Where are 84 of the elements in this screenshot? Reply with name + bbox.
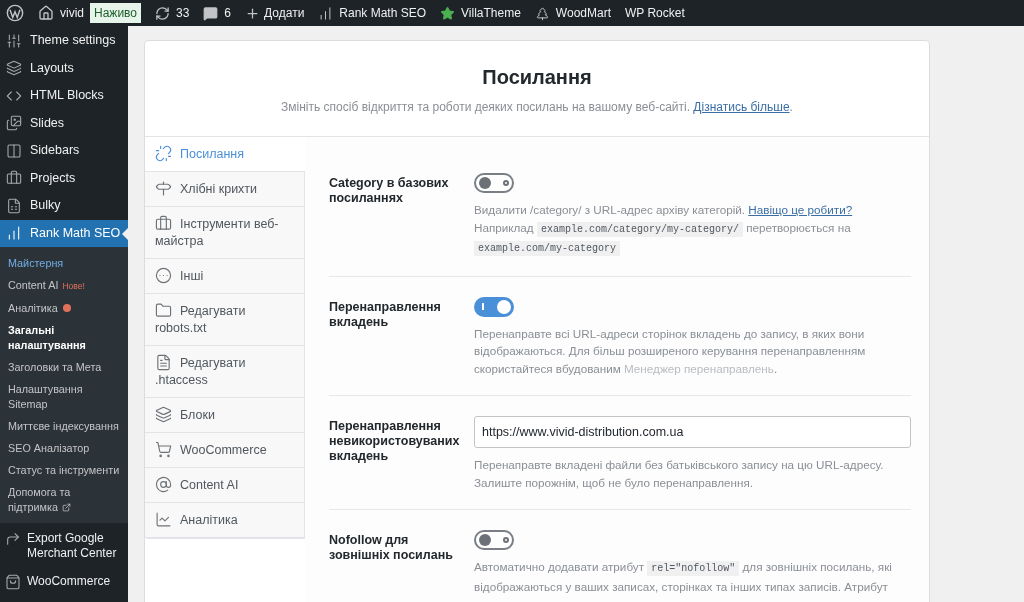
toolbar-link[interactable]: WoodMart (555, 4, 611, 22)
live-badge: Наживо (90, 3, 141, 23)
setting-description: Перенаправте всі URL-адреси сторінок вкладень до запису, в яких вони відображаються. Для більш розширеного керування перенаправленням скористайтеся вбудованим Менеджер перенаправлень. (474, 325, 867, 377)
submenu-item[interactable]: Аналітика (0, 297, 128, 319)
comments-count: 6 (224, 5, 232, 22)
setting-description: Видалити /category/ з URL-адрес архіву категорій. Навіщо це робити? Наприклад example.com/category/my-category/ перетворюється на example.com/my-category (474, 202, 854, 258)
signpost-icon (155, 180, 172, 197)
updates-count: 33 (176, 5, 190, 22)
settings-tab[interactable]: Інструменти веб-майстра (145, 207, 304, 259)
sidebar-item[interactable]: WooCommerce (0, 569, 128, 595)
plus-icon[interactable] (245, 5, 261, 21)
url-input-field[interactable]: https://www.vivid-distribution.com.ua (474, 416, 911, 448)
sidebar-item[interactable]: Export Google Merchant Center (0, 526, 128, 566)
settings-tab[interactable]: Редагувати .htaccess (145, 346, 304, 398)
current-menu-pointer (122, 227, 128, 240)
broken-link-icon (155, 145, 172, 162)
help-link[interactable]: Навіщо це робити? (748, 203, 853, 216)
export-arrow-icon (5, 531, 21, 547)
list-circle-icon (155, 267, 172, 284)
bag-icon (5, 574, 21, 590)
external-link-icon (61, 503, 71, 513)
folder-icon (155, 302, 172, 319)
toolbar-link[interactable]: WP Rocket (625, 4, 685, 22)
page-title: Посилання (482, 64, 592, 90)
bar-chart-icon (318, 5, 334, 21)
layers-icon (155, 406, 172, 423)
site-link[interactable]: vivid (60, 4, 84, 22)
page-subtitle: Змініть спосіб відкриття та роботи деяких посилань на вашому веб-сайті. Дізнатись більше. (281, 98, 793, 116)
settings-tab[interactable]: WooCommerce (145, 433, 304, 468)
cart-icon (155, 441, 172, 458)
submenu-item[interactable]: Заголовки та Мета (0, 356, 128, 378)
sidebar-item[interactable]: HTML Blocks (0, 82, 128, 110)
layers-icon (6, 60, 22, 77)
sidebar-item[interactable]: Rank Math SEO (0, 219, 128, 247)
toolbar-link[interactable]: VillaTheme (461, 4, 521, 22)
setting-label: Перенаправлення вкладень (329, 298, 442, 331)
submenu-item[interactable]: Content AI Нове! (0, 274, 128, 297)
sidebar-item[interactable]: Projects (0, 164, 128, 192)
submenu-item[interactable]: Допомога та підтримка (0, 481, 128, 518)
briefcase-icon (155, 215, 172, 232)
settings-tab[interactable]: Блоки (145, 398, 304, 433)
toolbar-link[interactable]: Rank Math SEO (339, 4, 427, 22)
toggle-switch[interactable] (474, 173, 514, 193)
images-icon (6, 115, 22, 132)
toggle-switch[interactable] (474, 296, 514, 317)
home-icon[interactable] (38, 5, 54, 21)
settings-tab[interactable]: Аналітика (145, 503, 304, 538)
settings-tab[interactable]: Хлібні крихти (145, 172, 304, 207)
briefcase-icon (6, 170, 22, 187)
spreadsheet-icon (6, 197, 22, 214)
sidebar-item[interactable]: Bulky (0, 192, 128, 220)
line-chart-icon (155, 511, 172, 528)
new-link[interactable]: Додати (264, 4, 305, 22)
submenu-item[interactable]: Майстерня (0, 252, 128, 274)
sidebar-item[interactable]: Layouts (0, 54, 128, 82)
submenu-item[interactable]: Статус та інструменти (0, 459, 128, 481)
setting-label: Category в базових посиланнях (329, 175, 450, 207)
learn-more-link[interactable]: Дізнатись більше (693, 99, 790, 114)
sidebar-item[interactable]: Slides (0, 109, 128, 137)
sliders-icon (6, 32, 22, 49)
submenu-item[interactable]: Налаштування Sitemap (0, 378, 128, 415)
settings-tab[interactable]: Content AI (145, 468, 304, 503)
updates-icon[interactable] (155, 5, 170, 21)
document-icon (155, 354, 172, 371)
bar-chart-icon (6, 225, 22, 242)
settings-tab[interactable]: Інші (145, 259, 304, 294)
comment-icon[interactable] (203, 5, 219, 21)
submenu-item[interactable]: SEO Аналізатор (0, 437, 128, 459)
star-icon (440, 5, 456, 21)
submenu-item[interactable]: Загальні налаштування (0, 319, 128, 356)
settings-tab[interactable]: Редагувати robots.txt (145, 294, 304, 346)
new-label: Нове! (62, 280, 85, 291)
setting-description: Автоматично додавати атрибут rel="nofollow" для зовнішніх посилань, які відображаються у ваших записах, сторінках та інших типах записів. Атрибут (474, 559, 893, 595)
setting-description: Перенаправте вкладені файли без батьківського запису на цю URL-адресу. Залиште порожнім, щоб не було перенаправлення. (474, 457, 885, 491)
sidebar-item[interactable]: Sidebars (0, 137, 128, 165)
setting-label: Перенаправлення невикористовуваних вкладень (329, 418, 461, 465)
wordpress-logo-icon[interactable] (6, 4, 24, 22)
setting-label: Nofollow для зовнішніх посилань (329, 532, 454, 564)
toggle-switch[interactable] (474, 530, 514, 550)
sidebar-item[interactable]: Theme settings (0, 27, 128, 55)
at-sign-icon (155, 476, 172, 493)
submenu-item[interactable]: Миттєве індексування (0, 415, 128, 437)
tree-icon (534, 5, 550, 21)
columns-icon (6, 142, 22, 159)
